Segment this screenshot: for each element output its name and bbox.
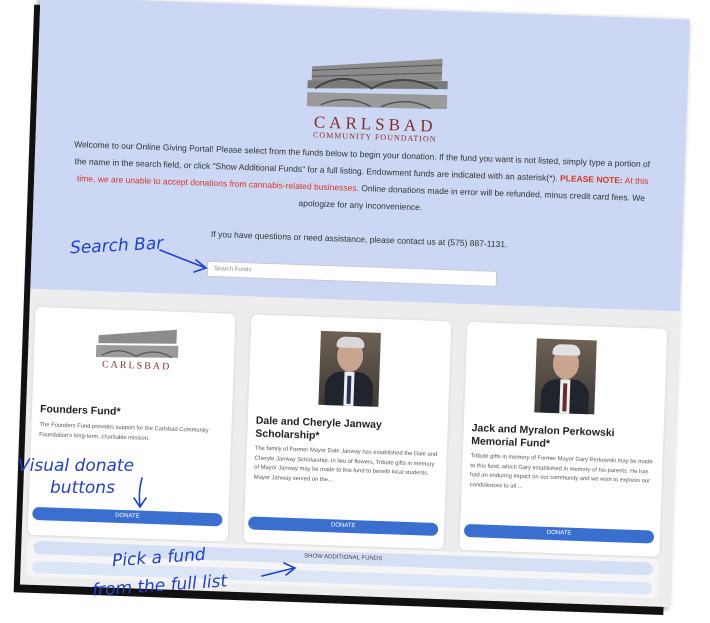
- annotation-arrows: [133, 249, 297, 577]
- arrow-icon: [138, 477, 143, 507]
- arrow-icon: [159, 249, 207, 269]
